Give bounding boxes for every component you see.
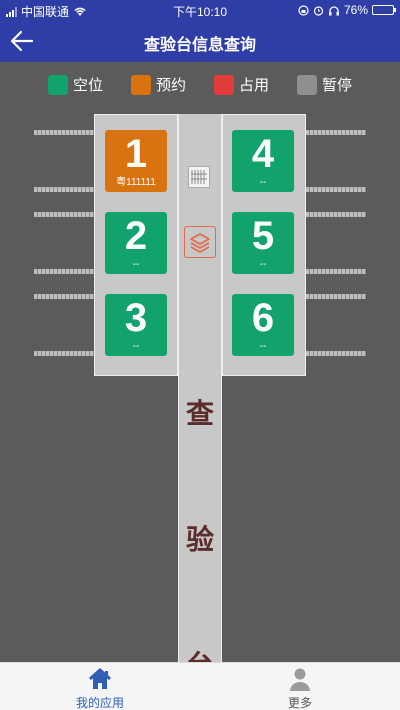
parking-line [306,351,366,356]
legend-item-reserved: 预约 [130,74,186,95]
status-right: 76% [298,3,396,17]
tab-my-apps[interactable]: 我的应用 [0,663,200,710]
slot-5[interactable]: 5 -- [232,212,294,274]
legend-label: 占用 [239,77,270,94]
tab-label: 更多 [287,696,312,710]
slot-2[interactable]: 2 -- [105,212,167,274]
legend-label: 空位 [72,77,103,94]
person-icon [290,668,310,691]
status-bar: 中国联通 下午10:10 76% [0,0,400,20]
status-legend: 空位 预约 占用 暂停 [0,74,400,95]
parking-line [306,212,366,217]
legend-item-vacant: 空位 [47,74,103,95]
slot-6[interactable]: 6 -- [232,294,294,356]
legend-swatch [214,74,234,95]
slot-plate: -- [259,177,267,188]
legend-swatch [47,74,68,95]
slot-plate: -- [132,259,140,270]
slot-number: 2 [124,214,148,258]
tab-more[interactable]: 更多 [200,663,400,710]
parking-line [34,187,94,192]
slot-4[interactable]: 4 -- [232,130,294,192]
lock-rotation-icon [298,4,309,16]
legend-item-occupied: 占用 [214,74,269,95]
slot-plate: -- [132,341,140,352]
lane-char: 查 [185,397,214,430]
parking-line [34,294,94,299]
slot-3[interactable]: 3 -- [105,294,167,356]
legend-label: 预约 [155,77,186,94]
legend-swatch [297,74,318,95]
headphones-icon [328,5,339,15]
parking-line [306,294,366,299]
parking-line [306,187,366,192]
legend-swatch [130,74,151,95]
bottom-tab-bar: 我的应用 更多 [0,662,400,710]
legend-item-paused: 暂停 [297,74,352,95]
slot-number: 4 [251,132,275,176]
legend-label: 暂停 [322,77,353,94]
slot-1[interactable]: 1 粤111111 [105,130,167,192]
home-icon [88,668,112,689]
parking-line [34,130,94,135]
tab-label: 我的应用 [75,696,124,710]
slot-number: 1 [124,132,148,176]
parking-line [34,212,94,217]
barcode-icon [188,166,210,188]
alarm-icon [313,5,324,16]
battery-icon [372,5,396,15]
parking-line [306,130,366,135]
lane-char: 验 [185,523,214,556]
slot-plate: 粤111111 [116,177,156,188]
parking-line [34,269,94,274]
slot-number: 3 [124,296,148,340]
parking-line [306,269,366,274]
layers-icon [184,226,216,258]
slot-plate: -- [259,341,267,352]
slot-plate: -- [259,259,267,270]
page-title: 查验台信息查询 [143,37,256,54]
parking-line [34,351,94,356]
battery-percent: 76% [343,3,368,17]
slot-number: 5 [251,214,275,258]
slot-number: 6 [251,296,275,340]
app-header: 查验台信息查询 [0,20,400,62]
